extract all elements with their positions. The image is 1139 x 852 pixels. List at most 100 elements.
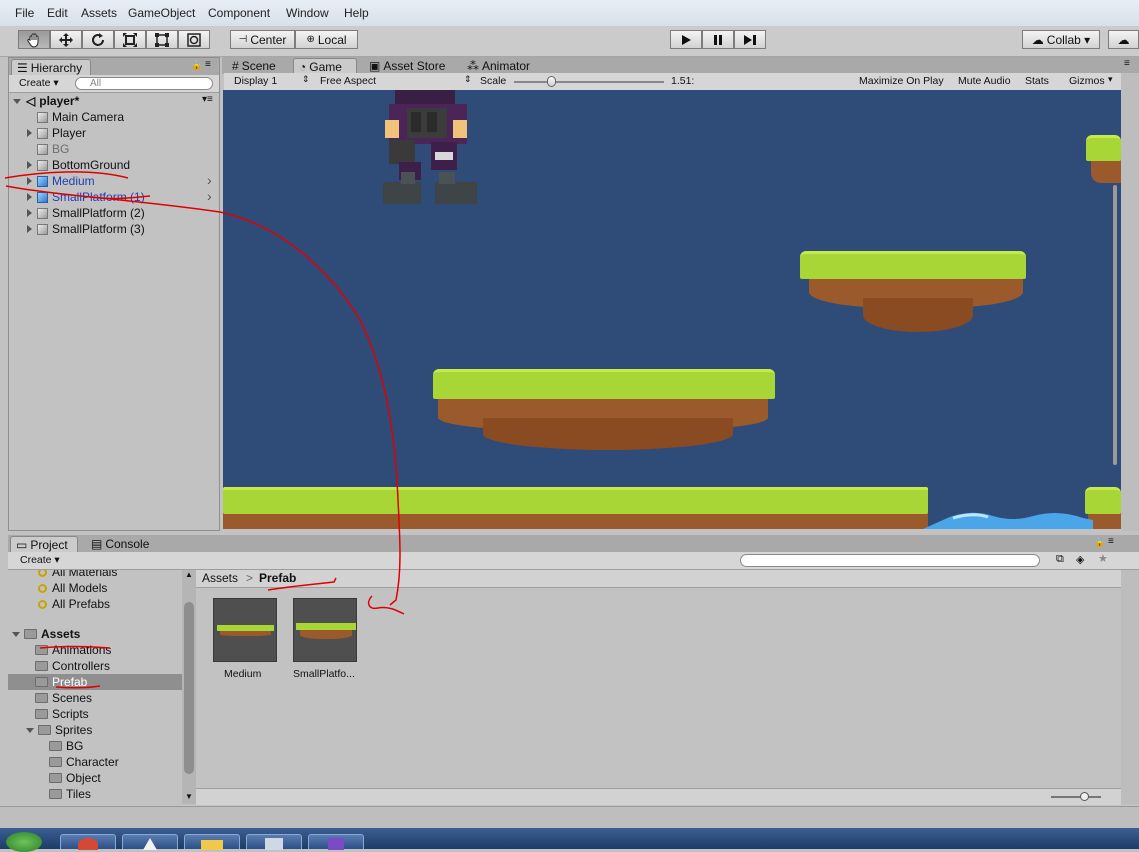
pause-button[interactable]	[702, 30, 734, 49]
display-dropdown[interactable]: Display 1	[234, 75, 277, 87]
expand-arrow-icon[interactable]	[27, 161, 32, 169]
game-view[interactable]	[223, 90, 1121, 529]
menu-gameobject[interactable]: GameObject	[128, 6, 195, 20]
rect-tool-icon[interactable]	[146, 30, 178, 49]
aspect-dropdown-arrow-icon[interactable]: ⇕	[464, 74, 472, 85]
center-panel-menu-icon[interactable]: ≡	[1124, 58, 1130, 69]
menu-help[interactable]: Help	[344, 6, 369, 20]
expand-arrow-icon[interactable]	[27, 129, 32, 137]
hierarchy-item[interactable]: SmallPlatform (3)	[27, 221, 145, 237]
scale-slider-handle[interactable]	[547, 76, 556, 87]
collab-button[interactable]: ☁ Collab ▾	[1022, 30, 1100, 49]
expand-arrow-icon[interactable]	[12, 631, 20, 637]
folder-item[interactable]: Prefab	[26, 674, 87, 690]
scene-menu-icon[interactable]: ▾≡	[202, 94, 213, 105]
menu-edit[interactable]: Edit	[47, 6, 68, 20]
scroll-down-icon[interactable]: ▼	[185, 792, 193, 801]
taskbar-chrome-icon[interactable]	[60, 834, 116, 850]
taskbar-app-icon[interactable]	[246, 834, 302, 850]
play-button[interactable]	[670, 30, 702, 49]
tab-animator[interactable]: ⁂ Animator	[462, 58, 542, 74]
hierarchy-item[interactable]: Main Camera	[27, 109, 124, 125]
project-tree-scrollbar[interactable]: ▲ ▼	[182, 570, 196, 804]
favorite-item[interactable]: All Materials	[38, 570, 117, 580]
taskbar-explorer-icon[interactable]	[184, 834, 240, 850]
menu-window[interactable]: Window	[286, 6, 329, 20]
tab-scene[interactable]: # Scene	[227, 58, 291, 74]
project-search-input[interactable]	[740, 554, 1040, 567]
start-button-icon[interactable]	[6, 832, 42, 852]
search-by-type-icon[interactable]: ⧉	[1056, 553, 1064, 566]
search-by-label-icon[interactable]: ◈	[1076, 553, 1084, 566]
hierarchy-search-input[interactable]: All	[75, 77, 213, 90]
gizmos-dropdown[interactable]: Gizmos	[1069, 75, 1105, 87]
menu-assets[interactable]: Assets	[81, 6, 117, 20]
maximize-on-play-toggle[interactable]: Maximize On Play	[859, 75, 944, 87]
pivot-local-button[interactable]: ⊕ Local	[295, 30, 358, 49]
scroll-up-icon[interactable]: ▲	[185, 570, 193, 579]
tab-hierarchy[interactable]: ☰ Hierarchy	[11, 59, 91, 75]
lock-icon[interactable]: 🔒	[191, 60, 202, 71]
scene-root[interactable]: ◁ player*	[13, 93, 79, 109]
prefab-open-chevron-icon[interactable]: ›	[207, 172, 212, 188]
folder-item[interactable]: Tiles	[40, 786, 91, 802]
thumbnail-size-handle[interactable]	[1080, 792, 1089, 801]
folder-item[interactable]: Controllers	[26, 658, 110, 674]
prefab-thumbnail-medium[interactable]	[213, 598, 277, 662]
expand-arrow-icon[interactable]	[27, 177, 32, 185]
tab-project[interactable]: ▭ Project	[10, 536, 78, 552]
tab-asset-store[interactable]: ▣ Asset Store	[364, 58, 454, 74]
step-button[interactable]	[734, 30, 766, 49]
expand-arrow-icon[interactable]	[26, 727, 34, 733]
hierarchy-item[interactable]: SmallPlatform (1)	[27, 189, 145, 205]
folder-item[interactable]: Scripts	[26, 706, 89, 722]
favorite-item[interactable]: All Models	[38, 580, 107, 596]
gizmos-arrow-icon[interactable]: ▾	[1108, 74, 1113, 85]
pivot-center-button[interactable]: ⊣ Center	[230, 30, 295, 49]
game-view-scrollbar[interactable]	[1113, 185, 1117, 465]
prefab-open-chevron-icon[interactable]: ›	[207, 188, 212, 204]
scale-slider-track[interactable]	[514, 81, 664, 83]
hierarchy-item[interactable]: SmallPlatform (2)	[27, 205, 145, 221]
rotate-icon[interactable]	[82, 30, 114, 49]
hand-icon[interactable]	[18, 30, 50, 49]
breadcrumb-assets[interactable]: Assets	[202, 571, 238, 585]
hierarchy-item[interactable]: Player	[27, 125, 86, 141]
expand-arrow-icon[interactable]	[27, 193, 32, 201]
hierarchy-item[interactable]: Medium	[27, 173, 95, 189]
cloud-services-button[interactable]: ☁	[1108, 30, 1139, 49]
favorite-item[interactable]: All Prefabs	[38, 596, 110, 612]
project-create-button[interactable]: Create ▾	[20, 554, 60, 566]
expand-arrow-icon[interactable]	[27, 225, 32, 233]
hierarchy-item[interactable]: BottomGround	[27, 157, 130, 173]
panel-menu-icon[interactable]: ≡	[205, 59, 211, 70]
folder-item[interactable]: Scenes	[26, 690, 92, 706]
move-icon[interactable]	[50, 30, 82, 49]
asset-label-smallplatform[interactable]: SmallPlatfo...	[293, 668, 355, 680]
folder-item[interactable]: Object	[40, 770, 101, 786]
display-dropdown-arrow-icon[interactable]: ⇕	[302, 74, 310, 85]
hierarchy-create-button[interactable]: Create ▾	[19, 77, 59, 89]
folder-item[interactable]: BG	[40, 738, 83, 754]
folder-item[interactable]: Animations	[26, 642, 111, 658]
scroll-thumb[interactable]	[184, 602, 194, 774]
bottom-lock-icon[interactable]: 🔒	[1094, 537, 1105, 548]
taskbar-unity-icon[interactable]	[122, 834, 178, 850]
expand-arrow-icon[interactable]	[27, 209, 32, 217]
folder-item[interactable]: Character	[40, 754, 119, 770]
breadcrumb-prefab[interactable]: Prefab	[259, 571, 296, 585]
prefab-thumbnail-smallplatform[interactable]	[293, 598, 357, 662]
scale-icon[interactable]	[114, 30, 146, 49]
tab-game[interactable]: ◔ Game	[293, 58, 357, 74]
assets-root[interactable]: Assets	[12, 626, 80, 642]
folder-item[interactable]: Sprites	[26, 722, 92, 738]
tab-console[interactable]: ▤ Console	[86, 536, 158, 552]
favorite-star-icon[interactable]: ★	[1098, 552, 1108, 565]
menu-file[interactable]: File	[15, 6, 34, 20]
transform-icon[interactable]	[178, 30, 210, 49]
stats-toggle[interactable]: Stats	[1025, 75, 1049, 87]
mute-audio-toggle[interactable]: Mute Audio	[958, 75, 1011, 87]
aspect-dropdown[interactable]: Free Aspect	[320, 75, 376, 87]
hierarchy-item[interactable]: BG	[27, 141, 69, 157]
taskbar-visual-studio-icon[interactable]	[308, 834, 364, 850]
